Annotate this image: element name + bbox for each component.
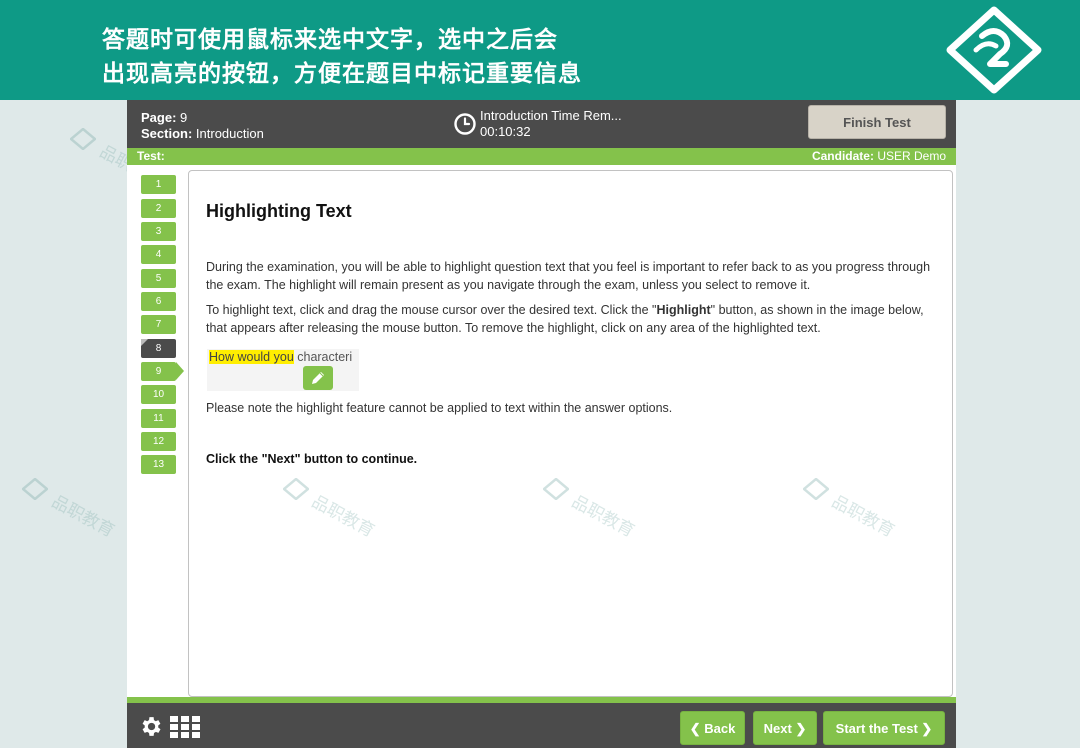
pencil-icon (312, 372, 324, 384)
highlighted-sample-text: How would you (209, 350, 294, 364)
question-nav-item[interactable]: 3 (141, 222, 176, 241)
instruction-paragraph-2: To highlight text, click and drag the mo… (206, 302, 941, 337)
question-nav-item[interactable]: 12 (141, 432, 176, 451)
question-nav-item[interactable]: 10 (141, 385, 176, 404)
question-nav-item[interactable]: 2 (141, 199, 176, 218)
status-bar: Test: Candidate: USER Demo (127, 148, 956, 165)
start-test-button[interactable]: Start the Test ❯ (823, 711, 945, 745)
page-label: Page: (141, 110, 177, 125)
banner-line-1: 答题时可使用鼠标来选中文字，选中之后会 (102, 27, 558, 53)
exam-header: Page: 9 Section: Introduction Introducti… (127, 100, 956, 148)
timer-title: Introduction Time Rem... (480, 108, 622, 123)
gear-icon[interactable] (138, 714, 163, 739)
question-nav-item[interactable]: 4 (141, 245, 176, 264)
question-nav-item[interactable]: 1 (141, 175, 176, 194)
exam-window: Page: 9 Section: Introduction Introducti… (127, 100, 956, 748)
brand-logo-icon (946, 6, 1042, 94)
question-nav-item[interactable]: 6 (141, 292, 176, 311)
watermark-logo-icon (69, 127, 97, 151)
instruction-paragraph-3: Please note the highlight feature cannot… (206, 401, 673, 415)
chevron-right-icon: ❯ (921, 721, 933, 736)
time-remaining: Introduction Time Rem... 00:10:32 (453, 108, 622, 140)
grid-icon[interactable] (170, 716, 200, 738)
page-title: Highlighting Text (206, 201, 352, 221)
instruction-banner: 答题时可使用鼠标来选中文字，选中之后会 出现高亮的按钮，方便在题目中标记重要信息 (0, 0, 1080, 100)
highlight-button[interactable] (303, 366, 333, 390)
highlight-example-image: How would you characteri (207, 349, 359, 391)
continue-instruction: Click the "Next" button to continue. (206, 452, 418, 466)
start-button-label: Start the Test (835, 721, 918, 736)
watermark-text: 品职教育 (48, 491, 118, 542)
question-nav-item[interactable]: 13 (141, 455, 176, 474)
question-nav-item-current[interactable]: 9 (141, 362, 184, 381)
chevron-left-icon: ❮ (689, 721, 701, 736)
test-label: Test: (137, 149, 165, 163)
content-panel: Highlighting Text During the examination… (188, 170, 953, 697)
question-nav-item[interactable]: 5 (141, 269, 176, 288)
next-button[interactable]: Next ❯ (753, 711, 817, 745)
candidate-name: USER Demo (877, 149, 946, 163)
page-value: 9 (180, 110, 188, 125)
sample-text: characteri (293, 350, 353, 364)
question-nav-item[interactable]: 7 (141, 315, 176, 334)
section-value: Introduction (195, 126, 264, 141)
paragraph-text: To highlight text, click and drag the mo… (206, 303, 657, 317)
finish-test-button[interactable]: Finish Test (808, 105, 946, 139)
timer-value: 00:10:32 (480, 124, 531, 139)
chevron-right-icon: ❯ (795, 721, 807, 736)
candidate-info: Candidate: USER Demo (812, 148, 946, 165)
instruction-paragraph-1: During the examination, you will be able… (206, 260, 931, 292)
clock-icon (454, 113, 476, 135)
back-button-label: Back (704, 721, 736, 736)
exam-footer: ❮ Back Next ❯ Start the Test ❯ (127, 703, 956, 748)
question-navigator: 1 2 3 4 5 6 7 8 9 10 11 12 13 (127, 165, 187, 735)
back-button[interactable]: ❮ Back (680, 711, 745, 745)
next-button-label: Next (763, 721, 792, 736)
banner-line-2: 出现高亮的按钮，方便在题目中标记重要信息 (102, 61, 582, 87)
watermark-logo-icon (21, 477, 49, 501)
question-nav-item-visited[interactable]: 8 (141, 339, 176, 358)
section-label: Section: (141, 126, 193, 141)
candidate-label: Candidate: (811, 149, 874, 163)
page-info: Page: 9 Section: Introduction (141, 110, 264, 142)
question-nav-item[interactable]: 11 (141, 409, 176, 428)
highlight-keyword: Highlight (656, 303, 711, 317)
